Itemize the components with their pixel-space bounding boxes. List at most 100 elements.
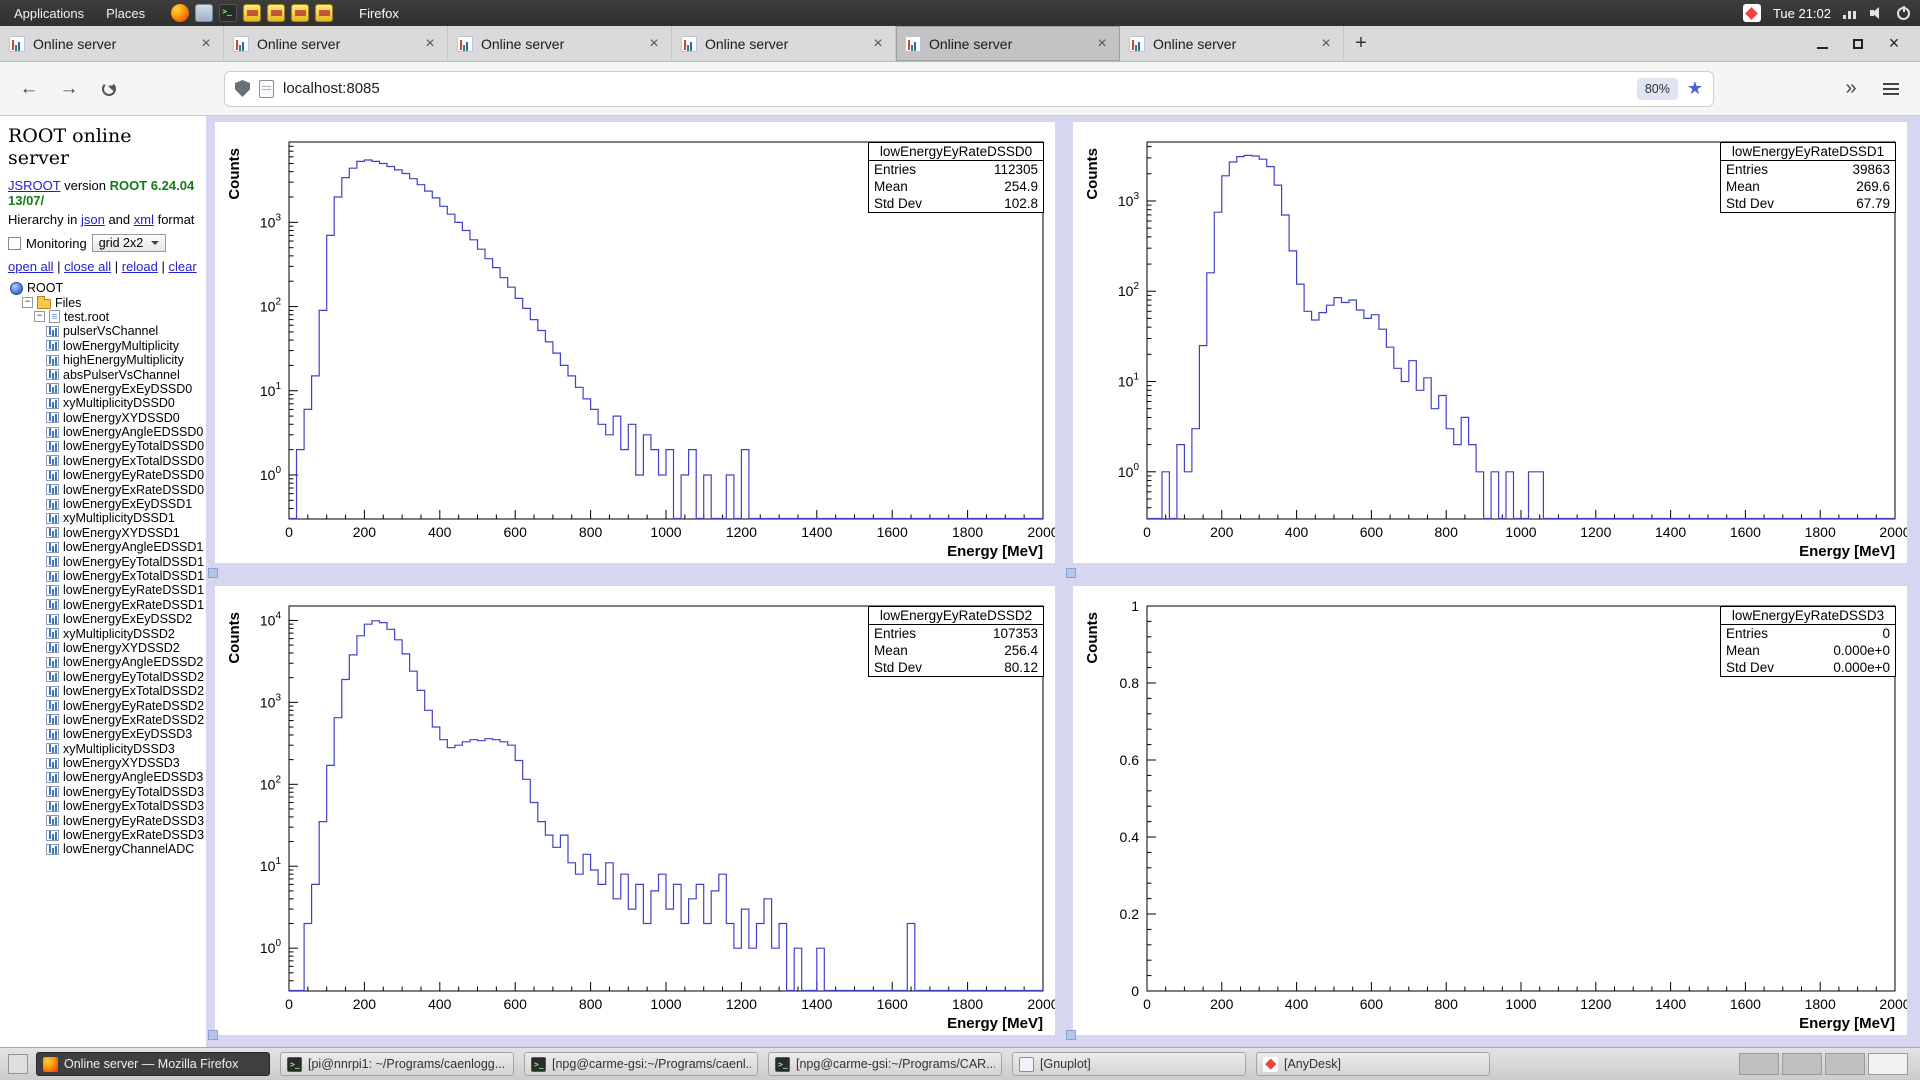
tree-item-lowEnergyExTotalDSSD0[interactable]: lowEnergyExTotalDSSD0 [8, 454, 198, 468]
taskbar-window-button[interactable]: [AnyDesk] [1256, 1052, 1490, 1076]
back-button[interactable] [12, 72, 46, 106]
stats-box[interactable]: lowEnergyEyRateDSSD2Entries107353Mean256… [868, 606, 1044, 677]
midas-icon[interactable] [315, 4, 333, 22]
taskbar-window-button[interactable]: [Gnuplot] [1012, 1052, 1246, 1076]
browser-tab[interactable]: Online server [448, 26, 672, 61]
taskbar-window-button[interactable]: [pi@nnrpi1: ~/Programs/caenlogg... [280, 1052, 514, 1076]
tree-item-lowEnergyChannelADC[interactable]: lowEnergyChannelADC [8, 842, 198, 856]
tree-item-lowEnergyXYDSSD2[interactable]: lowEnergyXYDSSD2 [8, 641, 198, 655]
browser-tab[interactable]: Online server [672, 26, 896, 61]
taskbar-window-button[interactable]: Online server — Mozilla Firefox [36, 1052, 270, 1076]
zoom-indicator[interactable]: 80% [1637, 78, 1678, 100]
tree-item-lowEnergyExRateDSSD1[interactable]: lowEnergyExRateDSSD1 [8, 598, 198, 612]
tree-item-test-root[interactable]: test.root [8, 310, 198, 324]
tree-item-absPulserVsChannel[interactable]: absPulserVsChannel [8, 367, 198, 381]
reload-link[interactable]: reload [122, 259, 158, 274]
tree-item-ROOT[interactable]: ROOT [8, 281, 198, 295]
tree-item-lowEnergyXYDSSD0[interactable]: lowEnergyXYDSSD0 [8, 411, 198, 425]
minimize-button[interactable] [1806, 26, 1838, 61]
tree-item-lowEnergyAngleEDSSD0[interactable]: lowEnergyAngleEDSSD0 [8, 425, 198, 439]
json-link[interactable]: json [81, 212, 105, 227]
clear-link[interactable]: clear [168, 259, 196, 274]
workspace-4[interactable] [1868, 1053, 1908, 1075]
shield-icon[interactable] [235, 80, 250, 97]
tree-item-lowEnergyExRateDSSD3[interactable]: lowEnergyExRateDSSD3 [8, 828, 198, 842]
tree-item-lowEnergyExEyDSSD1[interactable]: lowEnergyExEyDSSD1 [8, 497, 198, 511]
tree-item-lowEnergyEyRateDSSD1[interactable]: lowEnergyEyRateDSSD1 [8, 583, 198, 597]
browser-tab[interactable]: Online server [896, 26, 1120, 61]
tree-item-lowEnergyExTotalDSSD2[interactable]: lowEnergyExTotalDSSD2 [8, 684, 198, 698]
plot-canvas-3[interactable]: 020040060080010001200140016001800200000.… [1073, 586, 1907, 1035]
resize-grip[interactable] [208, 1030, 218, 1040]
close-button[interactable] [1878, 26, 1910, 61]
browser-tab[interactable]: Online server [224, 26, 448, 61]
clock[interactable]: Tue 21:02 [1773, 6, 1831, 21]
tree-item-lowEnergyEyTotalDSSD3[interactable]: lowEnergyEyTotalDSSD3 [8, 785, 198, 799]
workspace-3[interactable] [1825, 1053, 1865, 1075]
url-bar[interactable]: localhost:8085 80% [224, 71, 1714, 107]
tree-item-xyMultiplicityDSSD0[interactable]: xyMultiplicityDSSD0 [8, 396, 198, 410]
tree-item-xyMultiplicityDSSD2[interactable]: xyMultiplicityDSSD2 [8, 626, 198, 640]
tree-item-lowEnergyAngleEDSSD3[interactable]: lowEnergyAngleEDSSD3 [8, 770, 198, 784]
xml-link[interactable]: xml [134, 212, 154, 227]
show-desktop-button[interactable] [8, 1054, 28, 1074]
stats-box[interactable]: lowEnergyEyRateDSSD1Entries39863Mean269.… [1720, 142, 1896, 213]
volume-icon[interactable] [1870, 6, 1885, 20]
tab-close-icon[interactable] [646, 35, 662, 53]
tree-item-lowEnergyEyTotalDSSD0[interactable]: lowEnergyEyTotalDSSD0 [8, 439, 198, 453]
plot-canvas-2[interactable]: 0200400600800100012001400160018002000100… [215, 586, 1055, 1035]
tree-item-lowEnergyEyRateDSSD3[interactable]: lowEnergyEyRateDSSD3 [8, 813, 198, 827]
jsroot-link[interactable]: JSROOT [8, 178, 61, 193]
tab-close-icon[interactable] [1318, 35, 1334, 53]
monitoring-checkbox[interactable] [8, 237, 21, 250]
tree-item-lowEnergyExEyDSSD3[interactable]: lowEnergyExEyDSSD3 [8, 727, 198, 741]
tree-item-lowEnergyMultiplicity[interactable]: lowEnergyMultiplicity [8, 339, 198, 353]
midas-icon[interactable] [291, 4, 309, 22]
plot-canvas-0[interactable]: 0200400600800100012001400160018002000100… [215, 122, 1055, 563]
tree-item-lowEnergyExTotalDSSD1[interactable]: lowEnergyExTotalDSSD1 [8, 569, 198, 583]
files-icon[interactable] [195, 4, 213, 22]
network-icon[interactable] [1843, 6, 1858, 20]
stats-box[interactable]: lowEnergyEyRateDSSD3Entries0Mean0.000e+0… [1720, 606, 1896, 677]
tree-item-lowEnergyExRateDSSD2[interactable]: lowEnergyExRateDSSD2 [8, 713, 198, 727]
plot-canvas-1[interactable]: 0200400600800100012001400160018002000100… [1073, 122, 1907, 563]
tree-item-xyMultiplicityDSSD1[interactable]: xyMultiplicityDSSD1 [8, 511, 198, 525]
tree-item-lowEnergyEyTotalDSSD2[interactable]: lowEnergyEyTotalDSSD2 [8, 670, 198, 684]
app-menu-button[interactable] [1874, 72, 1908, 106]
tree-item-lowEnergyXYDSSD1[interactable]: lowEnergyXYDSSD1 [8, 526, 198, 540]
tree-item-lowEnergyEyRateDSSD0[interactable]: lowEnergyEyRateDSSD0 [8, 468, 198, 482]
tree-item-lowEnergyExTotalDSSD3[interactable]: lowEnergyExTotalDSSD3 [8, 799, 198, 813]
tree-item-lowEnergyAngleEDSSD1[interactable]: lowEnergyAngleEDSSD1 [8, 540, 198, 554]
page-info-icon[interactable] [259, 80, 274, 98]
reload-button[interactable] [92, 72, 126, 106]
new-tab-button[interactable]: + [1344, 26, 1378, 61]
tree-item-lowEnergyEyTotalDSSD1[interactable]: lowEnergyEyTotalDSSD1 [8, 554, 198, 568]
places-menu[interactable]: Places [102, 6, 149, 21]
workspace-2[interactable] [1782, 1053, 1822, 1075]
tree-item-lowEnergyExRateDSSD0[interactable]: lowEnergyExRateDSSD0 [8, 482, 198, 496]
applications-menu[interactable]: Applications [10, 6, 88, 21]
power-icon[interactable] [1897, 7, 1910, 20]
resize-grip[interactable] [1066, 568, 1076, 578]
resize-grip[interactable] [208, 568, 218, 578]
tree-item-xyMultiplicityDSSD3[interactable]: xyMultiplicityDSSD3 [8, 742, 198, 756]
resize-grip[interactable] [1066, 1030, 1076, 1040]
tree-item-highEnergyMultiplicity[interactable]: highEnergyMultiplicity [8, 353, 198, 367]
midas-icon[interactable] [267, 4, 285, 22]
tab-close-icon[interactable] [422, 35, 438, 53]
tree-item-lowEnergyAngleEDSSD2[interactable]: lowEnergyAngleEDSSD2 [8, 655, 198, 669]
tab-close-icon[interactable] [870, 35, 886, 53]
tree-item-lowEnergyExEyDSSD2[interactable]: lowEnergyExEyDSSD2 [8, 612, 198, 626]
layout-select[interactable]: grid 2x2 [92, 234, 166, 252]
midas-icon[interactable] [243, 4, 261, 22]
collapse-icon[interactable] [22, 297, 33, 308]
overflow-toolbar-icon[interactable] [1834, 72, 1868, 106]
tab-close-icon[interactable] [198, 35, 214, 53]
tree-item-lowEnergyXYDSSD3[interactable]: lowEnergyXYDSSD3 [8, 756, 198, 770]
taskbar-window-button[interactable]: [npg@carme-gsi:~/Programs/CAR... [768, 1052, 1002, 1076]
open-all-link[interactable]: open all [8, 259, 54, 274]
stats-box[interactable]: lowEnergyEyRateDSSD0Entries112305Mean254… [868, 142, 1044, 213]
browser-tab[interactable]: Online server [1120, 26, 1344, 61]
workspace-1[interactable] [1739, 1053, 1779, 1075]
terminal-icon[interactable] [219, 4, 237, 22]
